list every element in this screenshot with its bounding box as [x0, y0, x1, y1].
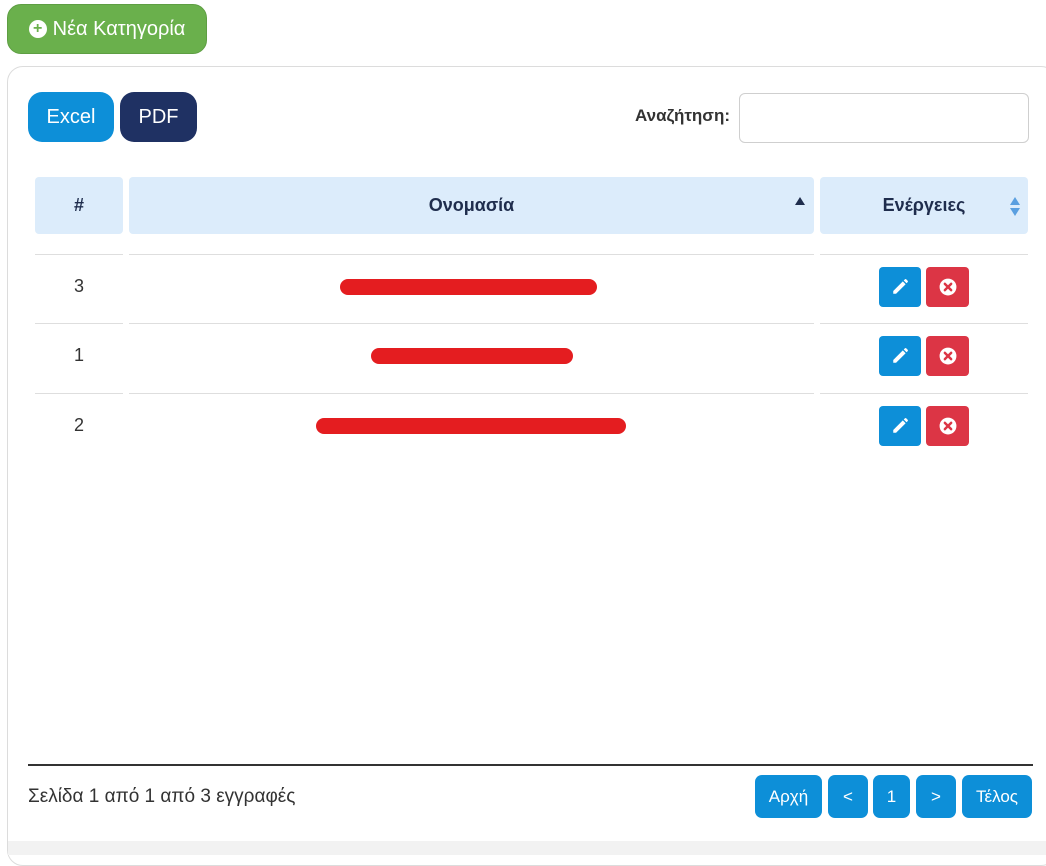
footer-divider — [28, 764, 1033, 766]
table-row: 3 — [35, 254, 1028, 324]
search-input[interactable] — [739, 93, 1029, 143]
column-header-number[interactable]: # — [35, 177, 123, 234]
x-circle-icon — [939, 278, 956, 296]
new-category-label: Νέα Κατηγορία — [52, 17, 186, 40]
table-row: 1 — [35, 323, 1028, 393]
search-label: Αναζήτηση: — [634, 106, 730, 125]
new-category-button[interactable]: + Νέα Κατηγορία — [7, 4, 207, 54]
pencil-icon — [893, 418, 908, 433]
column-header-name-label: Ονομασία — [428, 195, 515, 215]
delete-button[interactable] — [926, 336, 969, 376]
row-id: 3 — [73, 276, 84, 296]
table-row: 2 — [35, 393, 1028, 463]
sort-asc-icon — [795, 197, 805, 205]
x-circle-icon — [939, 417, 956, 435]
edit-button[interactable] — [879, 406, 921, 446]
pagination-next-button[interactable]: > — [916, 775, 956, 818]
column-header-actions-label: Ενέργειες — [882, 195, 966, 215]
x-circle-icon — [939, 347, 956, 365]
row-id: 2 — [73, 415, 84, 435]
edit-button[interactable] — [879, 267, 921, 307]
delete-button[interactable] — [926, 267, 969, 307]
pagination-prev-button[interactable]: < — [828, 775, 868, 818]
pagination-info: Σελίδα 1 από 1 από 3 εγγραφές — [28, 786, 296, 807]
edit-button[interactable] — [879, 336, 921, 376]
pagination-page-1-button[interactable]: 1 — [873, 775, 910, 818]
pagination-first-button[interactable]: Αρχή — [755, 775, 822, 818]
excel-export-button[interactable]: Excel — [28, 92, 114, 142]
column-header-number-label: # — [73, 195, 84, 215]
redaction-mark — [316, 418, 626, 434]
row-id: 1 — [73, 345, 84, 365]
pencil-icon — [893, 279, 908, 294]
column-header-name[interactable]: Ονομασία — [129, 177, 814, 234]
redaction-mark — [371, 348, 573, 364]
sort-both-icon — [1010, 197, 1020, 217]
pagination-last-button[interactable]: Τέλος — [962, 775, 1032, 818]
pdf-export-button[interactable]: PDF — [120, 92, 197, 142]
column-header-actions[interactable]: Ενέργειες — [820, 177, 1028, 234]
plus-circle-icon: + — [28, 20, 47, 38]
redaction-mark — [340, 279, 597, 295]
pencil-icon — [893, 348, 908, 363]
panel-bottom-strip — [8, 841, 1046, 855]
delete-button[interactable] — [926, 406, 969, 446]
